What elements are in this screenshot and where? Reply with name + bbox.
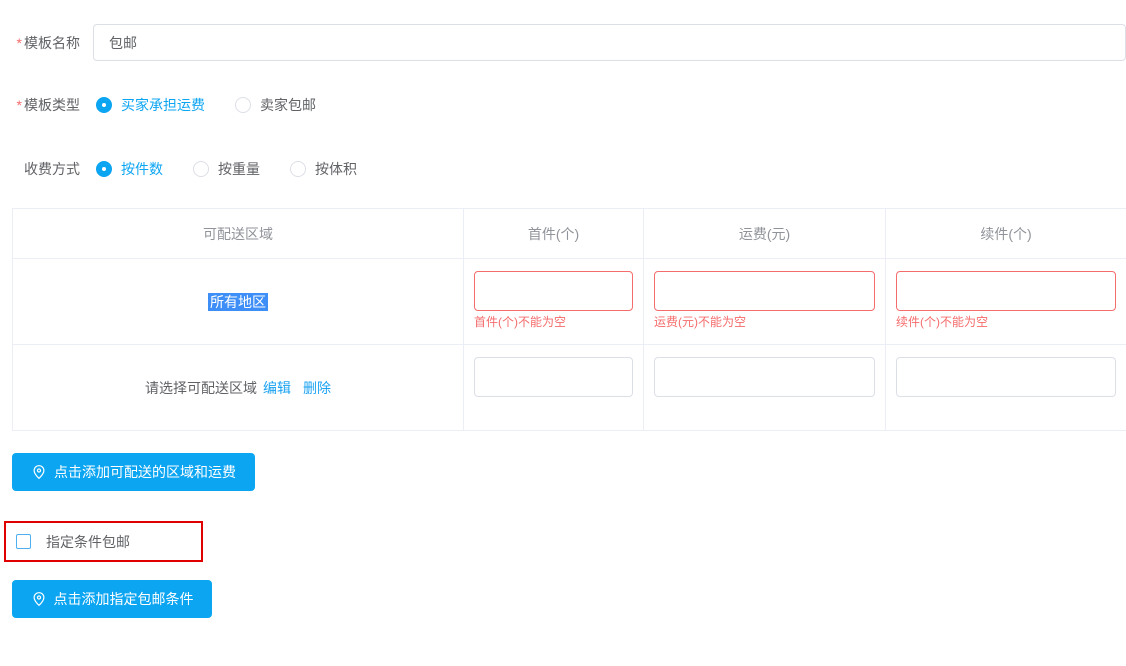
- freight-cell: [644, 345, 886, 431]
- location-pin-icon: [31, 464, 47, 480]
- radio-unselected-icon: [290, 161, 306, 177]
- delete-link[interactable]: 删除: [303, 378, 331, 398]
- additional-piece-cell: 续件(个)不能为空: [886, 259, 1126, 345]
- first-piece-input[interactable]: [474, 357, 633, 397]
- header-additional-piece: 续件(个): [886, 209, 1126, 259]
- conditional-free-shipping-checkbox[interactable]: [16, 534, 31, 549]
- add-condition-button[interactable]: 点击添加指定包邮条件: [12, 580, 212, 618]
- radio-unselected-icon: [193, 161, 209, 177]
- area-placeholder-text: 请选择可配送区域: [145, 378, 257, 398]
- table-header-row: 可配送区域 首件(个) 运费(元) 续件(个): [13, 209, 1126, 259]
- template-type-row: *模板类型 买家承担运费 卖家包邮: [0, 95, 346, 115]
- required-star: *: [17, 35, 22, 51]
- radio-by-weight[interactable]: 按重量: [193, 159, 260, 179]
- header-first-piece: 首件(个): [464, 209, 644, 259]
- conditional-free-shipping-label: 指定条件包邮: [46, 532, 130, 552]
- first-piece-error: 首件(个)不能为空: [474, 315, 633, 329]
- template-type-label-text: 模板类型: [24, 97, 80, 113]
- radio-by-weight-label: 按重量: [218, 159, 260, 179]
- first-piece-cell: [464, 345, 644, 431]
- table-row: 所有地区 首件(个)不能为空 运费(元)不能为空 续件(个)不能为空: [13, 259, 1126, 345]
- template-name-input[interactable]: [93, 24, 1126, 61]
- template-name-label-text: 模板名称: [24, 35, 80, 51]
- add-condition-button-label: 点击添加指定包邮条件: [54, 589, 194, 609]
- edit-link[interactable]: 编辑: [263, 378, 291, 398]
- charge-method-label: 收费方式: [0, 159, 80, 179]
- additional-piece-cell: [886, 345, 1126, 431]
- add-area-button-label: 点击添加可配送的区域和运费: [54, 462, 236, 482]
- radio-unselected-icon: [235, 97, 251, 113]
- radio-selected-icon: [96, 97, 112, 113]
- freight-cell: 运费(元)不能为空: [644, 259, 886, 345]
- first-piece-cell: 首件(个)不能为空: [464, 259, 644, 345]
- charge-method-radio-group: 按件数 按重量 按体积: [96, 159, 387, 179]
- radio-by-piece[interactable]: 按件数: [96, 159, 163, 179]
- first-piece-input[interactable]: [474, 271, 633, 311]
- header-freight: 运费(元): [644, 209, 886, 259]
- additional-piece-input[interactable]: [896, 271, 1116, 311]
- freight-input[interactable]: [654, 271, 875, 311]
- radio-by-volume[interactable]: 按体积: [290, 159, 357, 179]
- required-star: *: [17, 97, 22, 113]
- template-type-label: *模板类型: [0, 95, 80, 115]
- charge-method-label-text: 收费方式: [24, 161, 80, 177]
- freight-error: 运费(元)不能为空: [654, 315, 875, 329]
- template-type-radio-group: 买家承担运费 卖家包邮: [96, 95, 346, 115]
- additional-piece-error: 续件(个)不能为空: [896, 315, 1116, 329]
- radio-by-volume-label: 按体积: [315, 159, 357, 179]
- freight-input[interactable]: [654, 357, 875, 397]
- location-pin-icon: [31, 591, 47, 607]
- area-all-regions-link[interactable]: 所有地区: [208, 293, 268, 311]
- area-select-group: 请选择可配送区域 编辑 删除: [145, 378, 331, 398]
- radio-by-piece-label: 按件数: [121, 159, 163, 179]
- radio-buyer-pays[interactable]: 买家承担运费: [96, 95, 205, 115]
- table-row: 请选择可配送区域 编辑 删除: [13, 345, 1126, 431]
- radio-seller-free-label: 卖家包邮: [260, 95, 316, 115]
- header-delivery-area: 可配送区域: [13, 209, 464, 259]
- freight-template-form: *模板名称 *模板类型 买家承担运费 卖家包邮 收费方式 按件数 按重: [0, 0, 1126, 666]
- radio-seller-free[interactable]: 卖家包邮: [235, 95, 316, 115]
- freight-table: 可配送区域 首件(个) 运费(元) 续件(个) 所有地区 首件(个)不能为空 运…: [12, 208, 1126, 431]
- conditional-free-shipping-box: 指定条件包邮: [4, 521, 203, 562]
- radio-selected-icon: [96, 161, 112, 177]
- radio-buyer-pays-label: 买家承担运费: [121, 95, 205, 115]
- additional-piece-input[interactable]: [896, 357, 1116, 397]
- area-cell: 请选择可配送区域 编辑 删除: [13, 345, 464, 431]
- area-cell: 所有地区: [13, 259, 464, 345]
- template-name-row: *模板名称: [0, 24, 1126, 61]
- charge-method-row: 收费方式 按件数 按重量 按体积: [0, 159, 387, 179]
- add-area-button[interactable]: 点击添加可配送的区域和运费: [12, 453, 255, 491]
- template-name-label: *模板名称: [0, 33, 80, 53]
